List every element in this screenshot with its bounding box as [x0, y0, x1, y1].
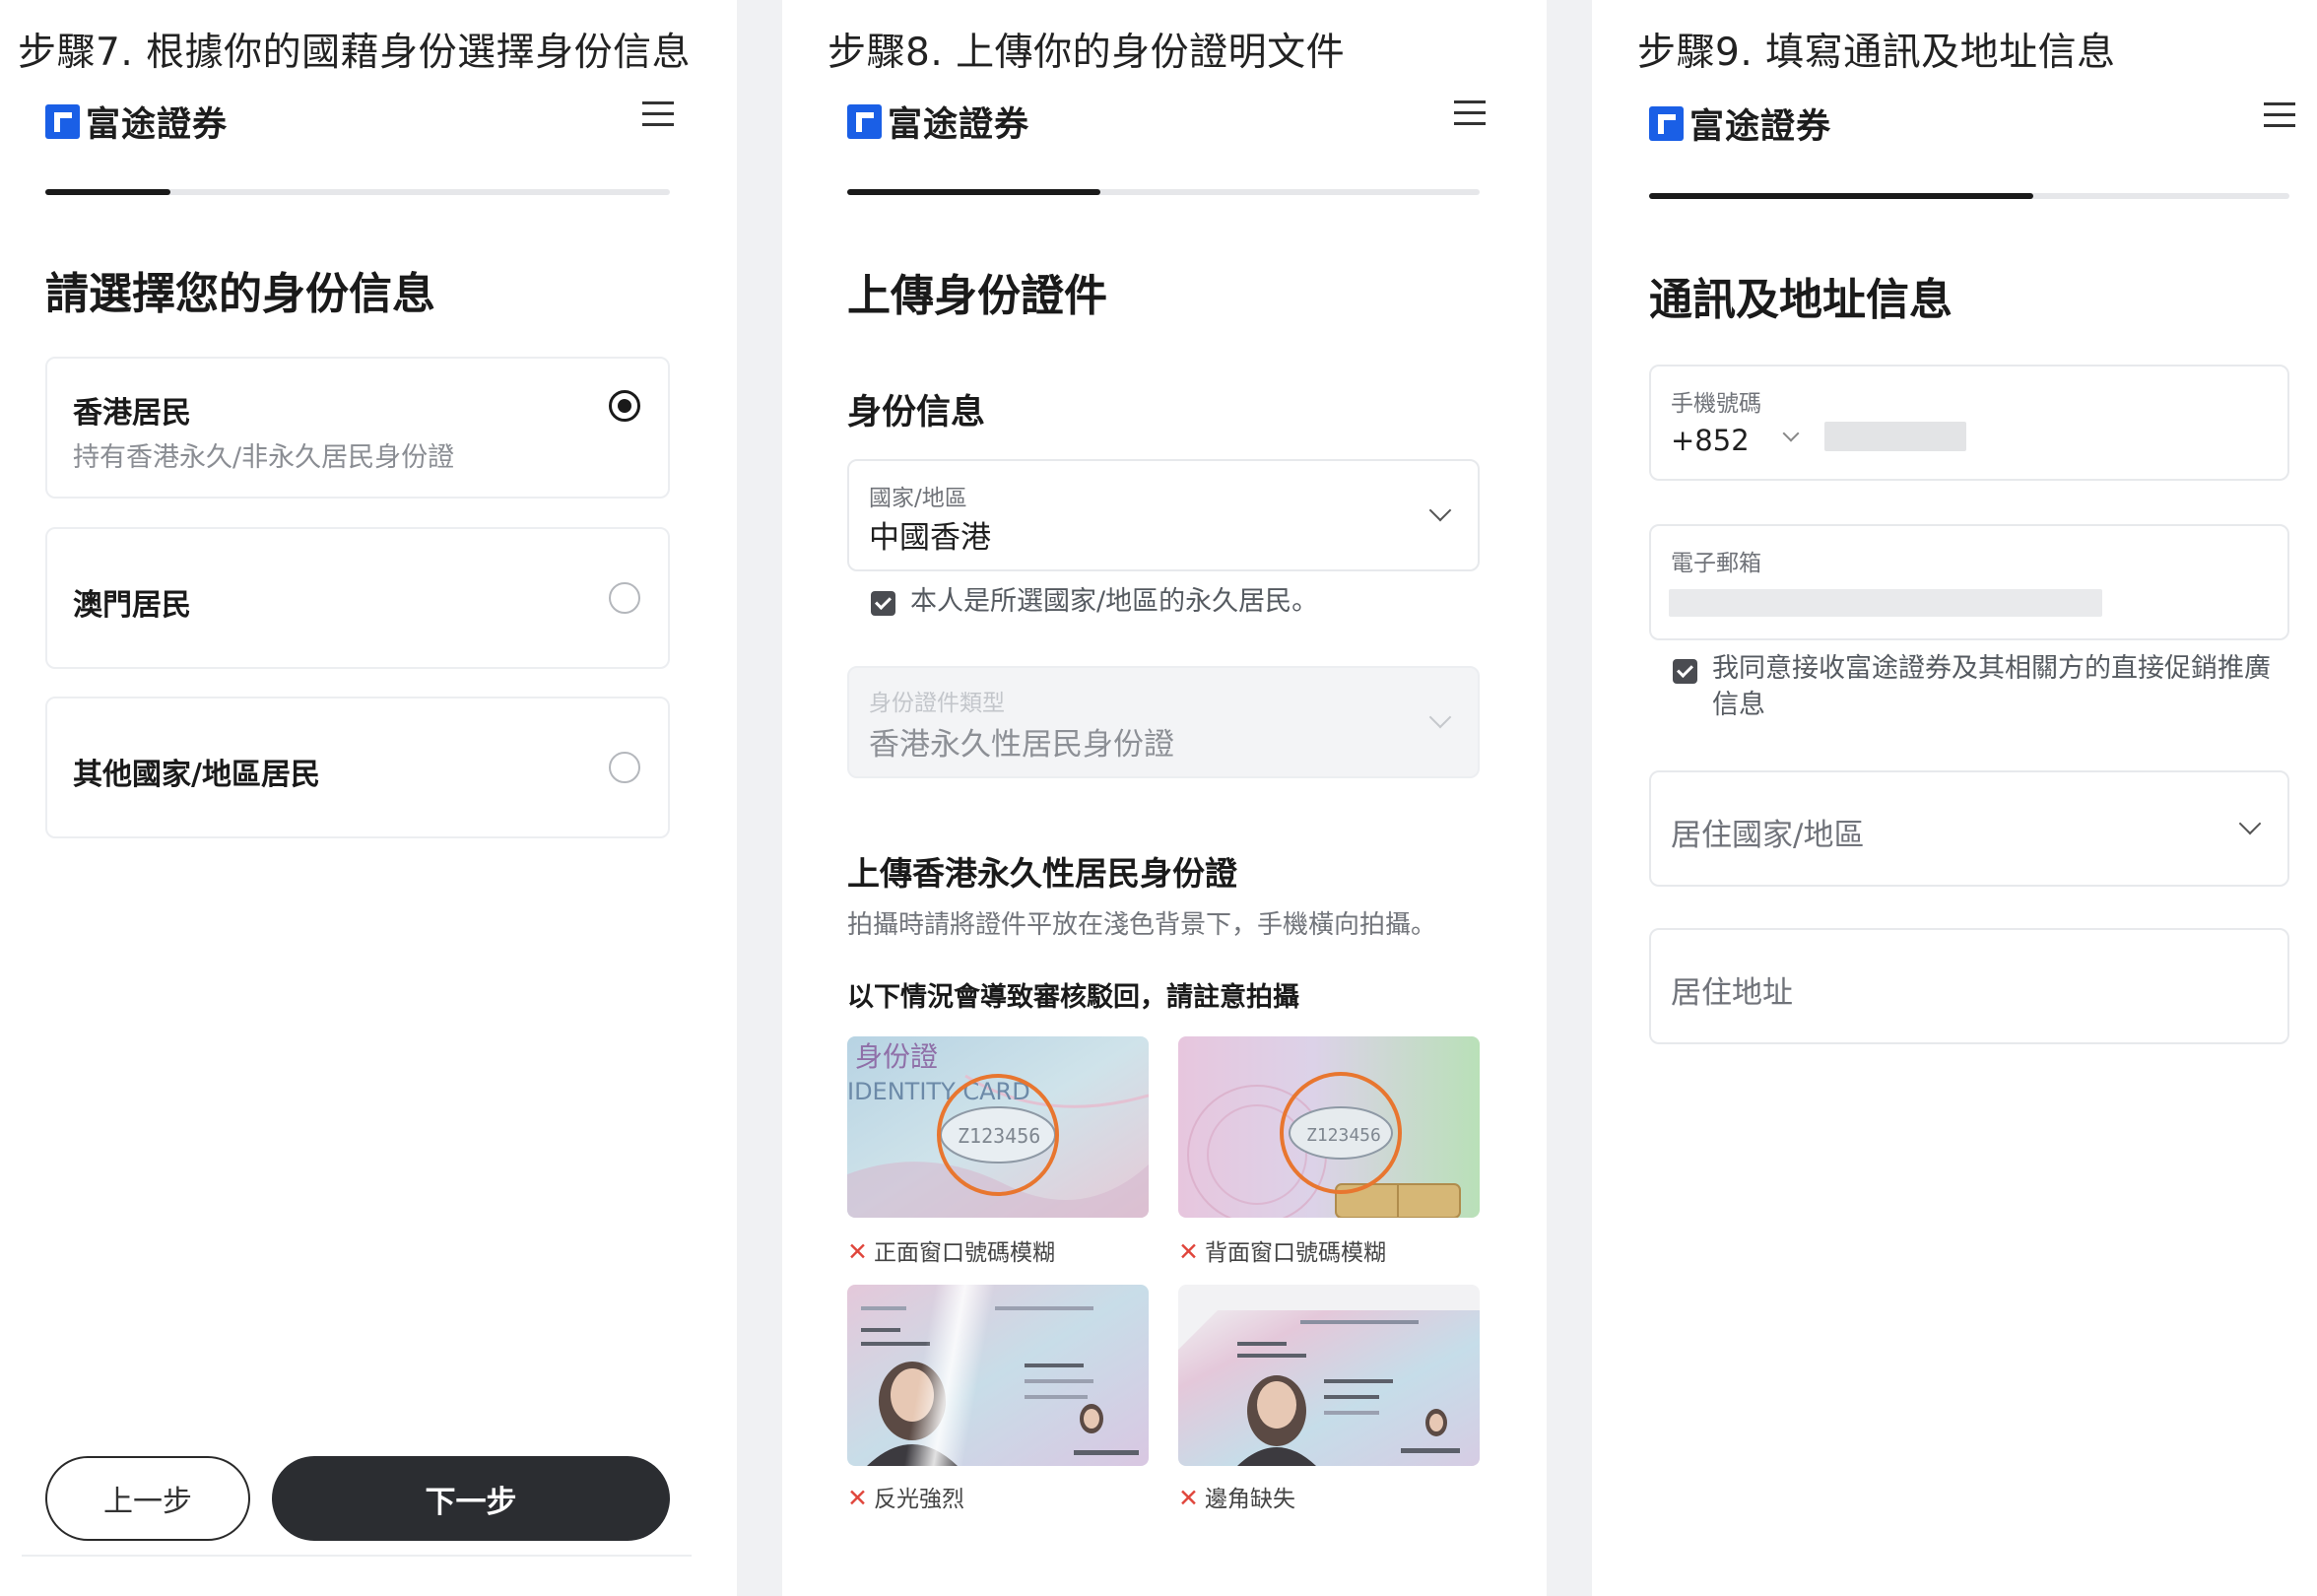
chevron-down-icon [2238, 812, 2262, 835]
country-select[interactable]: 國家/地區 中國香港 [847, 459, 1480, 571]
promo-consent-checkbox[interactable] [1673, 659, 1697, 684]
progress-fill [847, 189, 1100, 195]
brand-name: 富途證券 [888, 105, 1030, 145]
option-title: 澳門居民 [73, 588, 191, 623]
card-number-text: Z123456 [1306, 1125, 1381, 1146]
page-title: 請選擇您的身份信息 [45, 269, 435, 319]
caption-text: 邊角缺失 [1204, 1487, 1295, 1512]
section-title: 身份信息 [847, 393, 986, 432]
brand-logo-icon [847, 104, 882, 139]
brand-logo: 富途證券 [847, 97, 1029, 147]
field-label: 身份證件類型 [869, 691, 1005, 716]
checkbox-label: 本人是所選國家/地區的永久居民。 [910, 586, 1319, 617]
panel-gap [1547, 0, 1592, 1596]
chevron-down-icon [1428, 499, 1452, 522]
permanent-resident-checkbox[interactable] [871, 591, 895, 616]
page-title: 上傳身份證件 [847, 271, 1107, 321]
sample-caption: ✕ 背面窗口號碼模糊 [1178, 1233, 1386, 1267]
footer-divider [22, 1555, 692, 1557]
step-caption: 步驟8. 上傳你的身份證明文件 [828, 31, 1346, 75]
country-code-select[interactable]: +852 [1671, 424, 1750, 457]
brand-logo-icon [1649, 106, 1684, 141]
cross-icon: ✕ [847, 1484, 868, 1512]
menu-icon[interactable] [642, 100, 674, 127]
card-title-text: 身份證 [855, 1040, 938, 1073]
field-label: 國家/地區 [869, 486, 967, 511]
field-value: 中國香港 [869, 520, 991, 556]
progress-bar [1649, 193, 2289, 199]
sample-corner-missing-image [1178, 1285, 1480, 1466]
brand-name: 富途證券 [1689, 107, 1832, 147]
residence-country-select[interactable]: 居住國家/地區 [1649, 770, 2289, 887]
menu-icon[interactable] [1454, 99, 1486, 126]
field-placeholder: 居住地址 [1671, 975, 1793, 1011]
sample-glare-image [847, 1285, 1149, 1466]
brand-logo: 富途證券 [1649, 99, 1831, 149]
sample-back-blurry-image: Z123456 [1178, 1036, 1480, 1218]
card-subtitle-text: IDENTITY CARD [847, 1078, 1030, 1105]
progress-bar [45, 189, 670, 195]
next-button[interactable]: 下一步 [272, 1456, 670, 1541]
upload-description: 拍攝時請將證件平放在淺色背景下，手機橫向拍攝。 [847, 910, 1437, 940]
checkbox-label: 我同意接收富途證券及其相關方的直接促銷推廣信息 [1712, 653, 2271, 720]
sample-caption: ✕ 邊角缺失 [1178, 1480, 1295, 1513]
progress-fill [45, 189, 170, 195]
cross-icon: ✕ [1178, 1237, 1199, 1266]
sample-front-blurry-image: 身份證 IDENTITY CARD Z123456 [847, 1036, 1149, 1218]
upload-title: 上傳香港永久性居民身份證 [847, 854, 1237, 893]
cross-icon: ✕ [847, 1237, 868, 1266]
phone-field[interactable]: 手機號碼 +852 [1649, 365, 2289, 481]
progress-bar [847, 189, 1480, 195]
warning-title: 以下情況會導致審核駁回，請註意拍攝 [847, 982, 1299, 1013]
doc-type-select: 身份證件類型 香港永久性居民身份證 [847, 666, 1480, 778]
sample-caption: ✕ 正面窗口號碼模糊 [847, 1233, 1055, 1267]
card-number-text: Z123456 [958, 1124, 1040, 1148]
chevron-down-icon [1782, 425, 1800, 442]
radio-unselected[interactable] [609, 752, 640, 783]
sample-caption: ✕ 反光強烈 [847, 1480, 964, 1513]
page-title: 通訊及地址信息 [1649, 275, 1953, 325]
menu-icon[interactable] [2264, 100, 2295, 128]
phone-number-redacted [1824, 422, 1966, 451]
brand-name: 富途證券 [86, 105, 229, 145]
brand-logo: 富途證券 [45, 97, 228, 147]
progress-fill [1649, 193, 2033, 199]
option-other-resident[interactable]: 其他國家/地區居民 [45, 697, 670, 838]
caption-text: 反光強烈 [873, 1487, 964, 1512]
field-label: 手機號碼 [1671, 391, 1761, 417]
chevron-down-icon [1428, 705, 1452, 729]
step-caption: 步驟9. 填寫通訊及地址信息 [1637, 31, 2116, 75]
radio-selected[interactable] [609, 390, 640, 422]
option-macau-resident[interactable]: 澳門居民 [45, 527, 670, 669]
step-caption: 步驟7. 根據你的國藉身份選擇身份信息 [18, 31, 692, 75]
panel-step9: 步驟9. 填寫通訊及地址信息 富途證券 通訊及地址信息 手機號碼 +852 電子… [1592, 0, 2317, 1596]
caption-text: 正面窗口號碼模糊 [873, 1240, 1055, 1266]
field-placeholder: 居住國家/地區 [1671, 818, 1865, 853]
brand-logo-icon [45, 104, 80, 139]
email-field[interactable]: 電子郵箱 [1649, 524, 2289, 640]
caption-text: 背面窗口號碼模糊 [1204, 1240, 1386, 1266]
panel-step7: 步驟7. 根據你的國藉身份選擇身份信息 富途證券 請選擇您的身份信息 香港居民 … [0, 0, 737, 1596]
field-label: 電子郵箱 [1671, 551, 1761, 576]
option-title: 其他國家/地區居民 [73, 758, 320, 792]
option-title: 香港居民 [73, 396, 191, 431]
panel-step8: 步驟8. 上傳你的身份證明文件 富途證券 上傳身份證件 身份信息 國家/地區 中… [782, 0, 1547, 1596]
field-value: 香港永久性居民身份證 [869, 727, 1174, 763]
option-subtitle: 持有香港永久/非永久居民身份證 [73, 442, 455, 473]
panel-gap [737, 0, 782, 1596]
cross-icon: ✕ [1178, 1484, 1199, 1512]
email-redacted [1669, 589, 2102, 617]
address-field[interactable]: 居住地址 [1649, 928, 2289, 1044]
option-hk-resident[interactable]: 香港居民 持有香港永久/非永久居民身份證 [45, 357, 670, 499]
prev-button[interactable]: 上一步 [45, 1456, 250, 1541]
radio-unselected[interactable] [609, 582, 640, 614]
